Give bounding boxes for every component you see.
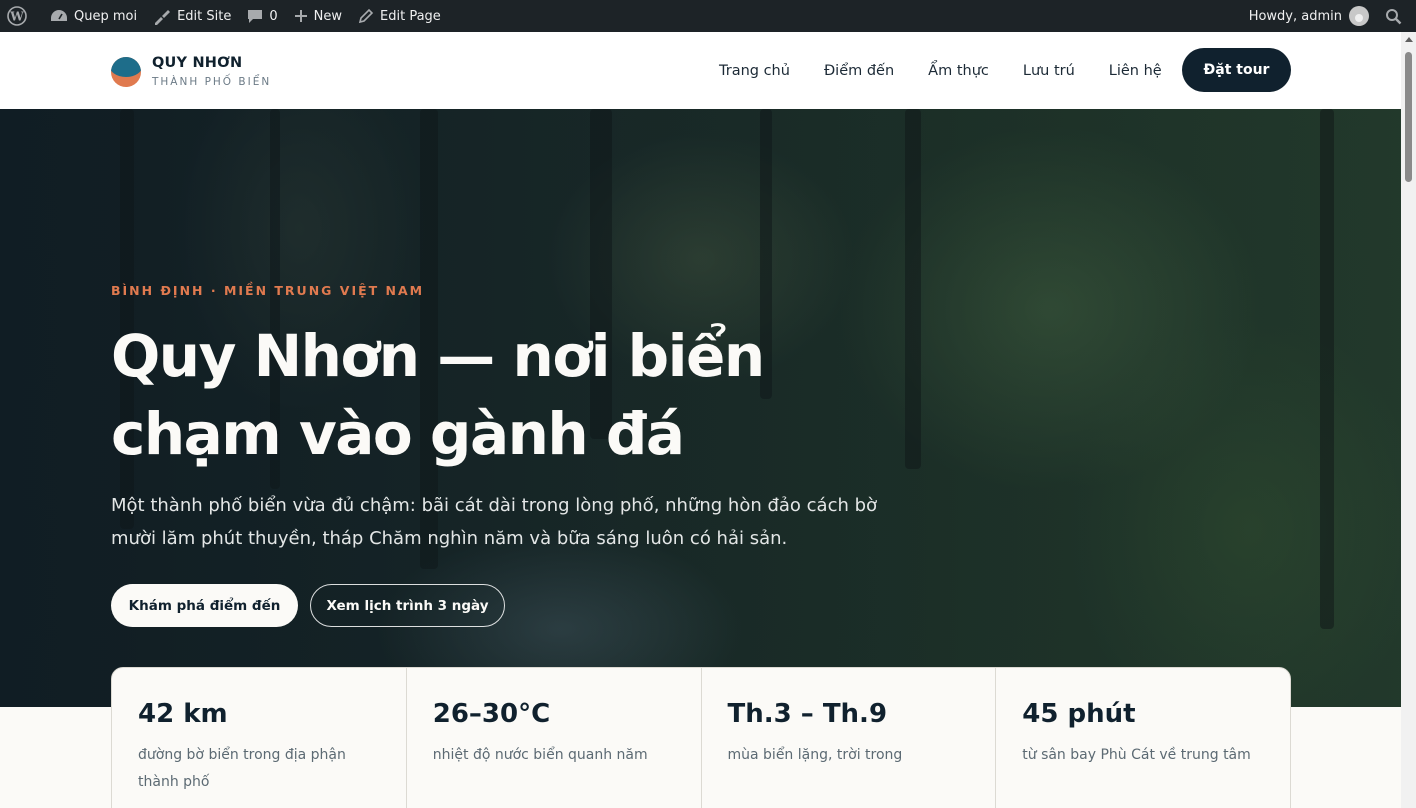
comments-count: 0 [269,8,278,24]
view-itinerary-button[interactable]: Xem lịch trình 3 ngày [310,584,505,627]
stat-description: nhiệt độ nước biển quanh năm [432,747,648,763]
plus-icon [294,10,307,22]
svg-text:W: W [9,10,24,24]
stats-panel: 42 km đường bờ biển trong địa phận thành… [111,667,1291,808]
search-icon [1386,8,1402,24]
edit-site-link[interactable]: Edit Site [145,0,239,32]
stat-value: Th.3 – Th.9 [727,699,888,729]
stat-item: 26–30°C nhiệt độ nước biển quanh năm [407,668,702,808]
dashboard-icon [51,10,67,21]
nav-item-destinations[interactable]: Điểm đến [824,63,894,79]
stat-value: 42 km [138,699,228,729]
logo-mark-icon [111,56,141,87]
nav-item-contact[interactable]: Liên hệ [1109,63,1162,79]
my-account-link[interactable]: Howdy, admin [1241,0,1377,32]
page-scrollbar[interactable] [1401,32,1416,808]
brush-icon [155,10,171,25]
nav-item-stays[interactable]: Lưu trú [1023,63,1075,79]
stat-item: 45 phút từ sân bay Phù Cát về trung tâm [996,668,1290,808]
book-tour-button[interactable]: Đặt tour [1182,48,1291,92]
stat-description: đường bờ biển trong địa phận thành phố [138,747,346,790]
edit-site-label: Edit Site [177,8,232,24]
stat-item: Th.3 – Th.9 mùa biển lặng, trời trong [702,668,997,808]
hero-title-line-1: Quy Nhơn — nơi biển [111,322,765,390]
site-header: QUY NHƠN THÀNH PHỐ BIỂN Trang chủ Điểm đ… [0,32,1401,109]
hero-title-line-2: chạm vào gành đá [111,400,685,468]
stat-value: 26–30°C [432,699,551,729]
admin-site-name[interactable]: Quep moi [42,0,145,32]
new-label: New [313,8,343,24]
stat-value: 45 phút [1022,699,1136,729]
logo-title: QUY NHƠN [152,55,243,71]
stat-item: 42 km đường bờ biển trong địa phận thành… [112,668,407,808]
explore-destinations-button[interactable]: Khám phá điểm đến [111,584,298,627]
nav-item-home[interactable]: Trang chủ [719,63,790,79]
pencil-icon [358,8,374,24]
edit-page-label: Edit Page [380,8,441,24]
edit-page-link[interactable]: Edit Page [350,0,449,32]
comments-link[interactable]: 0 [239,0,285,32]
new-content-link[interactable]: New [286,0,350,32]
comment-icon [248,10,263,23]
scrollbar-thumb[interactable] [1405,52,1412,182]
hero-title: Quy Nhơn — nơi biển chạm vào gành đá [111,317,831,473]
admin-search-button[interactable] [1377,0,1416,32]
hero-section: BÌNH ĐỊNH · MIỀN TRUNG VIỆT NAM Quy Nhơn… [0,109,1401,707]
hero-lead: Một thành phố biển vừa đủ chậm: bãi cát … [111,495,878,549]
hero-eyebrow: BÌNH ĐỊNH · MIỀN TRUNG VIỆT NAM [111,283,425,298]
wordpress-logo-icon[interactable]: W [0,0,42,32]
nav-item-cuisine[interactable]: Ẩm thực [928,63,989,79]
logo-subtitle: THÀNH PHỐ BIỂN [152,76,272,88]
stat-description: mùa biển lặng, trời trong [727,747,903,763]
stat-description: từ sân bay Phù Cát về trung tâm [1022,747,1251,763]
site-name-label: Quep moi [74,8,138,24]
admin-bar: W Quep moi Edit Site 0 New Edit Page How… [0,0,1416,32]
main-nav: Trang chủ Điểm đến Ẩm thực Lưu trú Liên … [719,32,1196,109]
howdy-label: Howdy, admin [1248,8,1342,24]
scroll-up-arrow-icon[interactable] [1405,37,1413,42]
avatar [1349,6,1369,26]
site-logo[interactable]: QUY NHƠN THÀNH PHỐ BIỂN [111,54,271,89]
